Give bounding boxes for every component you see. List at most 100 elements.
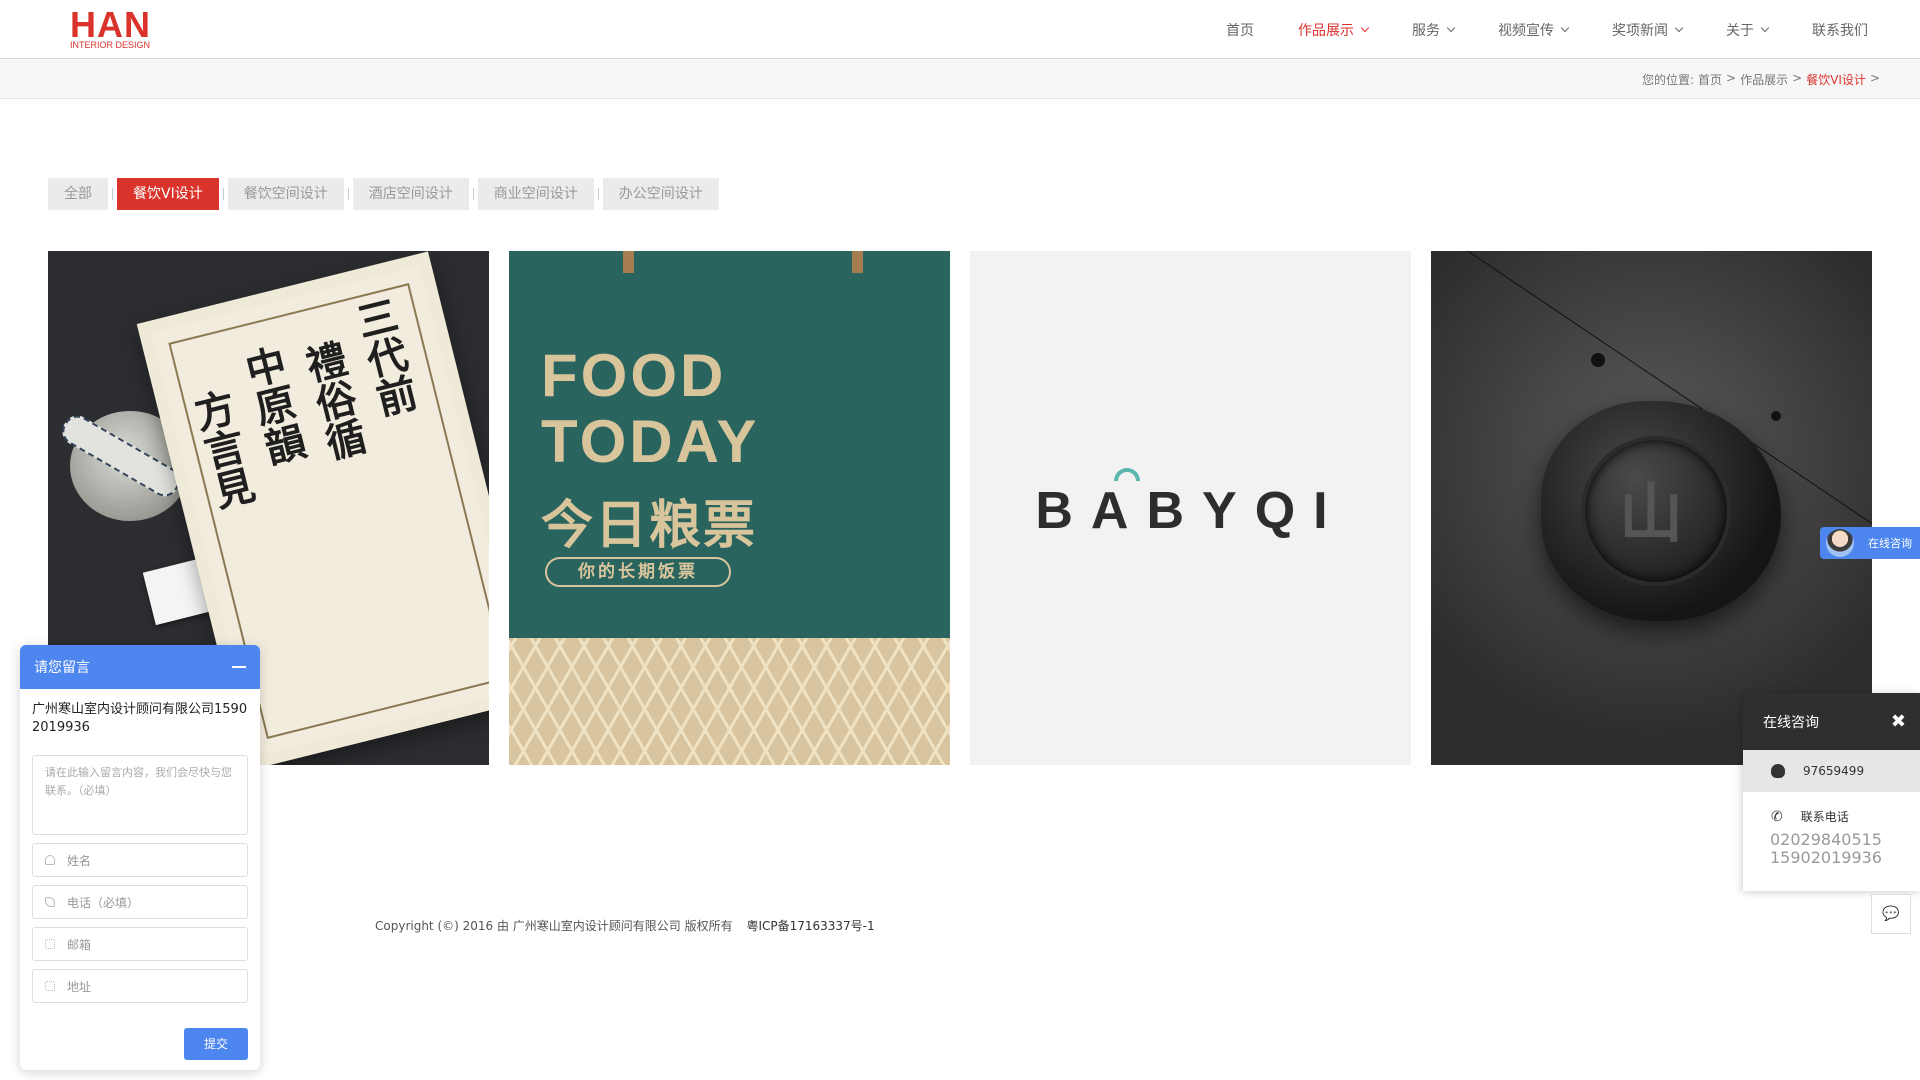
gallery-card-babyqi[interactable]: BABYQI xyxy=(970,251,1411,765)
chevron-down-icon xyxy=(1446,23,1456,32)
field-placeholder: 电话（必填） xyxy=(67,895,140,910)
nav-home[interactable]: 首页 xyxy=(1204,20,1276,40)
food-title-cn: 今日粮票 xyxy=(541,496,758,556)
breadcrumb-current[interactable]: 餐饮VI设计 xyxy=(1806,71,1866,88)
consult-tab-label: 在线咨询 xyxy=(1868,537,1912,550)
breadcrumb-separator: > xyxy=(1869,71,1880,85)
gallery-card-wax-seal[interactable]: 山 xyxy=(1431,251,1872,765)
food-tagline: 你的长期饭票 xyxy=(545,557,731,587)
logo-text: HAN xyxy=(70,4,151,45)
filter-commercial-space[interactable]: 商业空间设计 xyxy=(477,178,594,210)
filter-divider xyxy=(222,188,224,200)
food-title: FOOD TODAY xyxy=(541,343,759,475)
breadcrumb-works[interactable]: 作品展示 xyxy=(1740,71,1788,88)
filter-restaurant-space[interactable]: 餐饮空间设计 xyxy=(227,178,344,210)
minimize-icon[interactable] xyxy=(232,666,246,668)
filter-divider xyxy=(597,188,599,200)
email-icon xyxy=(45,939,55,949)
message-widget-header[interactable]: 请您留言 xyxy=(20,645,260,689)
phone-icon: ✆ xyxy=(1771,808,1783,825)
wax-seal-image: 山 xyxy=(1541,401,1781,621)
message-widget-title: 请您留言 xyxy=(34,660,90,676)
address-field[interactable]: 地址 xyxy=(32,969,248,1003)
field-placeholder: 邮箱 xyxy=(67,937,92,952)
chevron-down-icon xyxy=(1360,23,1370,32)
brand-logo-text: BABYQI xyxy=(1035,482,1346,540)
nav-awards[interactable]: 奖项新闻 xyxy=(1590,20,1704,40)
agent-avatar xyxy=(1826,529,1854,557)
nav-label: 奖项新闻 xyxy=(1612,22,1668,39)
breadcrumb-separator: > xyxy=(1726,71,1737,85)
online-consult-tab[interactable]: 在线咨询 xyxy=(1820,527,1920,559)
hanger-hook xyxy=(623,251,634,273)
breadcrumb-bar: 您的位置: 首页 > 作品展示 > 餐饮VI设计 > xyxy=(0,59,1920,99)
qq-number: 97659499 xyxy=(1803,764,1865,778)
food-title-line2: TODAY xyxy=(541,408,760,475)
nav-video[interactable]: 视频宣传 xyxy=(1476,20,1590,40)
nav-label: 关于 xyxy=(1726,22,1754,39)
wax-drop xyxy=(1771,411,1781,421)
qq-icon xyxy=(1771,764,1785,778)
message-textarea[interactable]: 请在此输入留言内容，我们会尽快与您联系。（必填） xyxy=(32,755,248,835)
logo-arc xyxy=(1114,468,1140,481)
qq-contact[interactable]: 97659499 xyxy=(1743,750,1920,792)
online-consult-panel: 在线咨询 ✖ 97659499 ✆ 联系电话 02029840515 15902… xyxy=(1743,693,1920,891)
nav-services[interactable]: 服务 xyxy=(1390,20,1476,40)
wax-drop xyxy=(1591,353,1605,367)
close-icon[interactable]: ✖ xyxy=(1891,711,1906,732)
gallery-card-food-today[interactable]: FOOD TODAY 今日粮票 你的长期饭票 xyxy=(509,251,950,765)
breadcrumb-prefix: 您的位置: xyxy=(1641,73,1695,87)
nav-label: 首页 xyxy=(1226,22,1254,39)
field-placeholder: 地址 xyxy=(67,979,92,994)
nav-about[interactable]: 关于 xyxy=(1704,20,1790,40)
email-field[interactable]: 邮箱 xyxy=(32,927,248,961)
online-panel-title: 在线咨询 xyxy=(1763,714,1819,731)
breadcrumb-separator: > xyxy=(1792,71,1803,85)
phone-label: 联系电话 xyxy=(1800,810,1849,824)
user-icon xyxy=(45,855,55,865)
icp-link[interactable]: 粤ICP备17163337号-1 xyxy=(746,919,874,933)
online-panel-header: 在线咨询 ✖ xyxy=(1743,693,1920,750)
main-nav: 首页 作品展示 服务 视频宣传 奖项新闻 关于 联系我们 xyxy=(1204,0,1890,59)
filter-divider xyxy=(472,188,474,200)
company-info: 广州寒山室内设计顾问有限公司15902019936 xyxy=(32,702,248,735)
nav-label: 服务 xyxy=(1412,22,1440,39)
submit-button[interactable]: 提交 xyxy=(184,1028,248,1060)
logo-subtitle: INTERIOR DESIGN xyxy=(70,40,151,50)
breadcrumb: 您的位置: 首页 > 作品展示 > 餐饮VI设计 > xyxy=(1642,71,1880,88)
nav-works[interactable]: 作品展示 xyxy=(1276,20,1390,40)
filter-divider xyxy=(112,188,113,200)
filter-hotel-space[interactable]: 酒店空间设计 xyxy=(352,178,469,210)
filter-office-space[interactable]: 办公空间设计 xyxy=(602,178,719,210)
nav-label: 作品展示 xyxy=(1298,22,1354,39)
field-placeholder: 姓名 xyxy=(67,853,92,868)
phone-icon xyxy=(45,897,55,907)
chevron-down-icon xyxy=(1560,23,1570,32)
site-footer: Copyright (©) 2016 由 广州寒山室内设计顾问有限公司 版权所有… xyxy=(375,917,875,934)
chat-bubble-button[interactable]: 💬 xyxy=(1871,894,1911,934)
chat-icon: 💬 xyxy=(1882,906,1900,922)
hanger-hook xyxy=(852,251,863,273)
filter-divider xyxy=(347,188,349,200)
address-icon xyxy=(45,981,55,991)
breadcrumb-home[interactable]: 首页 xyxy=(1698,71,1722,88)
geometric-pattern xyxy=(509,638,950,765)
filter-all[interactable]: 全部 xyxy=(48,178,108,210)
nav-label: 视频宣传 xyxy=(1498,22,1554,39)
wax-seal-mark: 山 xyxy=(1619,477,1683,552)
nav-contact[interactable]: 联系我们 xyxy=(1790,20,1890,40)
filter-restaurant-vi[interactable]: 餐饮VI设计 xyxy=(117,178,219,210)
chevron-down-icon xyxy=(1674,23,1684,32)
chevron-down-icon xyxy=(1760,23,1770,32)
mobile-number: 15902019936 xyxy=(1770,848,1882,867)
food-title-line1: FOOD xyxy=(541,342,727,409)
phone-contact: ✆ 联系电话 02029840515 15902019936 xyxy=(1743,792,1920,867)
logo[interactable]: HAN INTERIOR DESIGN xyxy=(70,4,160,51)
category-filters: 全部 餐饮VI设计 餐饮空间设计 酒店空间设计 商业空间设计 办公空间设计 xyxy=(48,178,719,210)
copyright-text: Copyright (©) 2016 由 广州寒山室内设计顾问有限公司 版权所有 xyxy=(375,919,733,933)
name-field[interactable]: 姓名 xyxy=(32,843,248,877)
phone-number: 02029840515 xyxy=(1770,830,1882,849)
site-header: HAN INTERIOR DESIGN 首页 作品展示 服务 视频宣传 奖项新闻… xyxy=(0,0,1920,59)
phone-field[interactable]: 电话（必填） xyxy=(32,885,248,919)
message-widget: 请您留言 广州寒山室内设计顾问有限公司15902019936 请在此输入留言内容… xyxy=(20,645,260,1070)
